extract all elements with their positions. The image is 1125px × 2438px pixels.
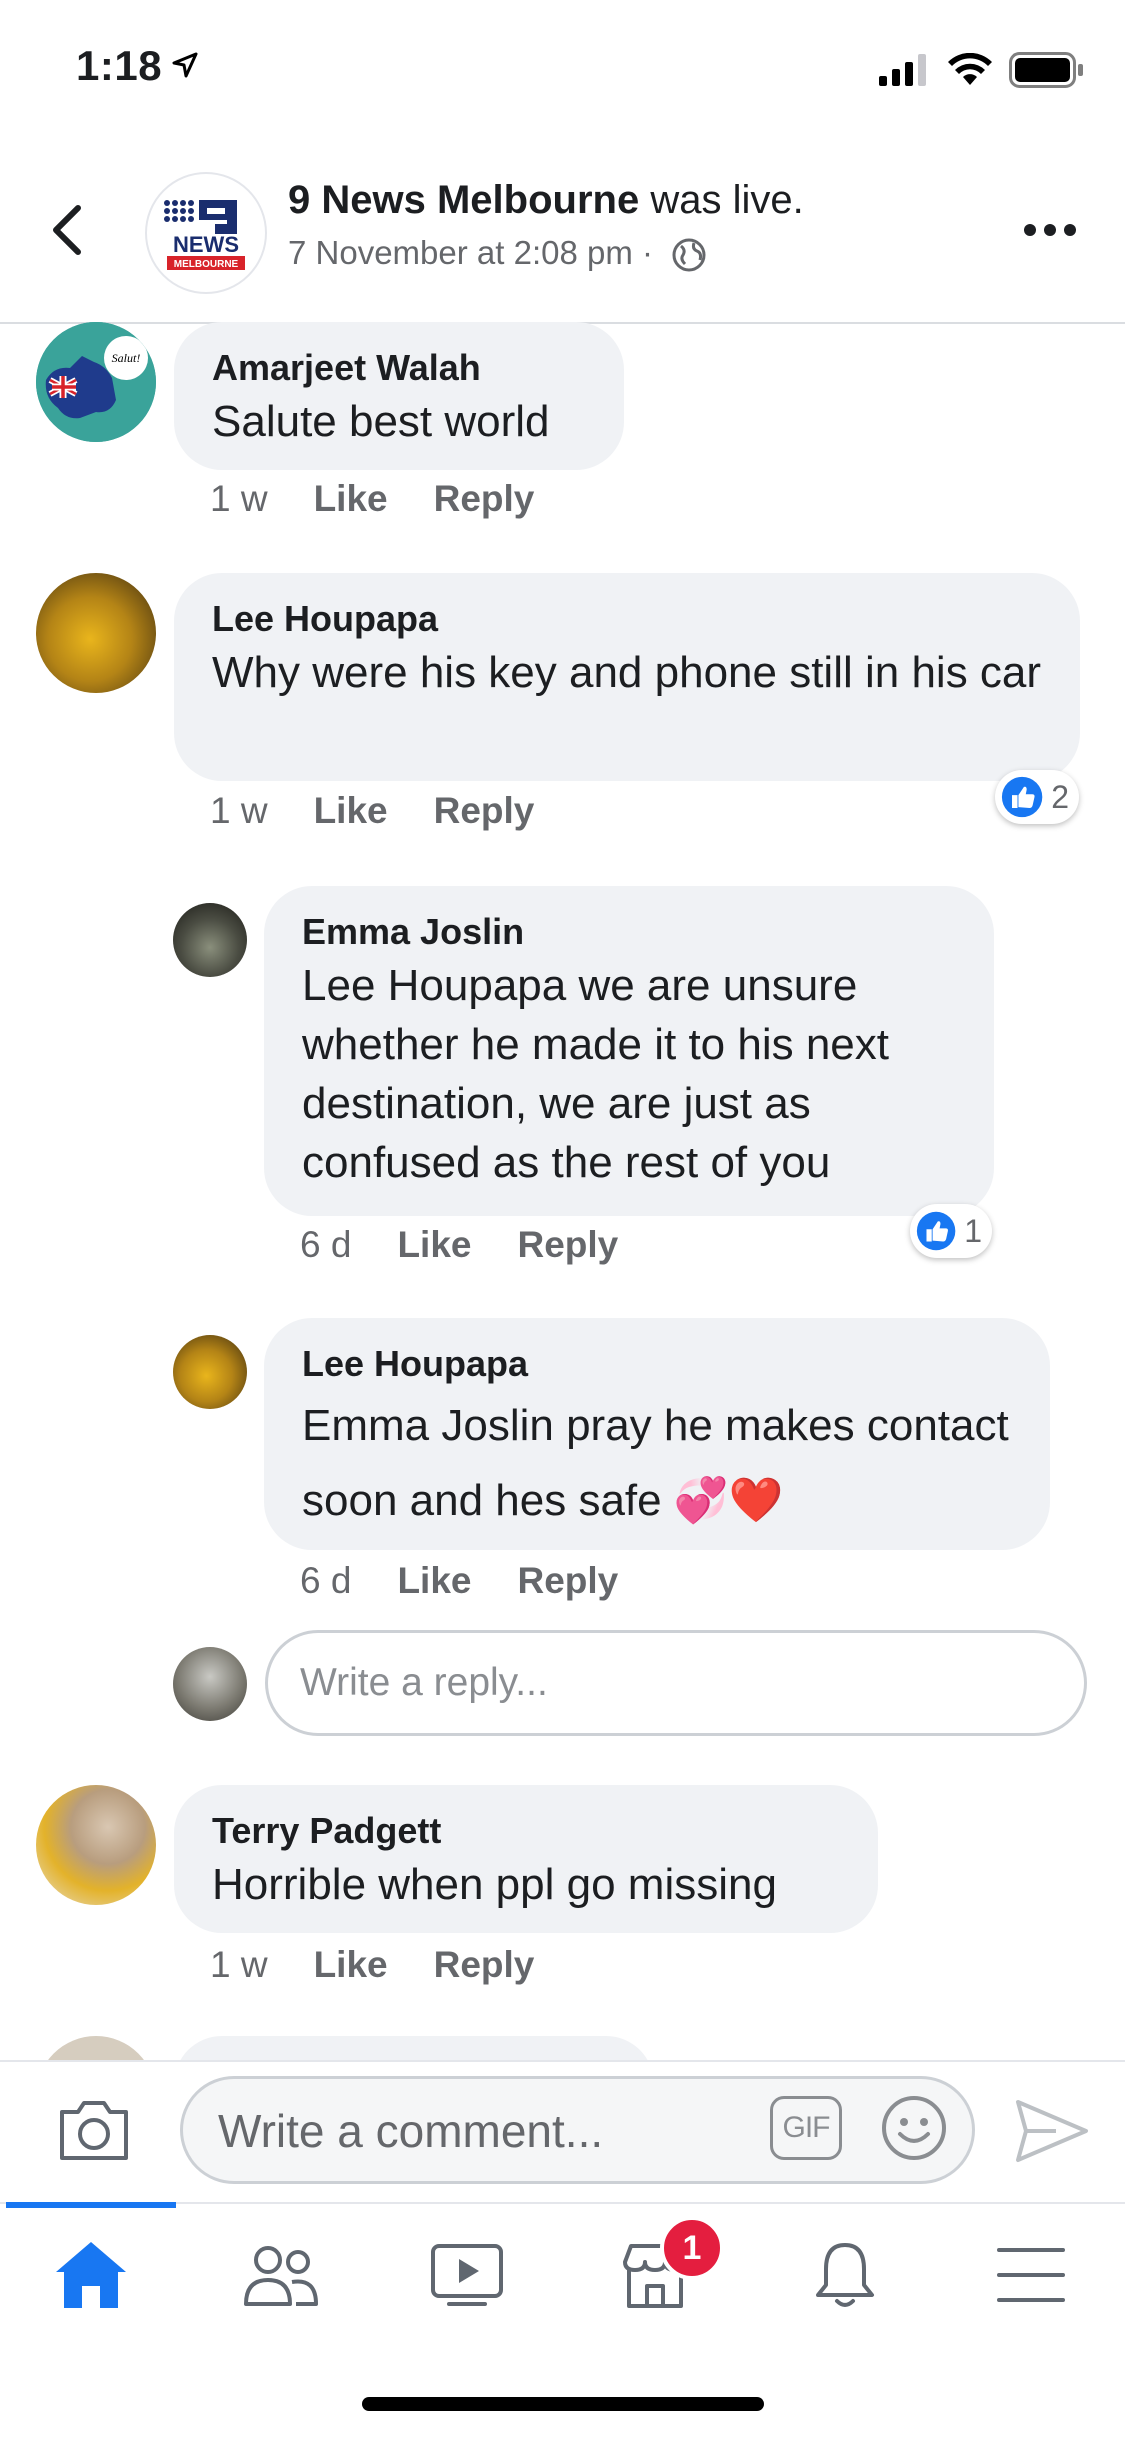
avatar[interactable] (173, 903, 247, 977)
more-options-icon[interactable] (1020, 210, 1080, 250)
post-timestamp: 7 November at 2:08 pm · (288, 234, 706, 272)
comment-actions: 1 w Like Reply (210, 1944, 580, 1986)
comment-actions: 1 w Like Reply (210, 478, 580, 520)
globe-icon (672, 238, 706, 272)
reply-input[interactable]: Write a reply... (265, 1630, 1087, 1736)
battery-icon (1009, 52, 1083, 88)
comment-time: 1 w (210, 478, 268, 519)
svg-text:NEWS: NEWS (173, 232, 239, 257)
tab-friends[interactable] (236, 2230, 326, 2320)
like-button[interactable]: Like (397, 1560, 471, 1601)
status-icons (879, 52, 1085, 88)
australia-flag-avatar: Salut! (36, 322, 156, 442)
menu-icon (997, 2248, 1065, 2302)
tab-watch[interactable] (422, 2230, 512, 2320)
reply-button[interactable]: Reply (434, 1944, 535, 1985)
wifi-icon (948, 53, 992, 85)
comment-author[interactable]: Lee Houpapa (212, 595, 1042, 643)
post-title: 9 News Melbourne was live. (288, 178, 804, 223)
comment-text: Salute best world (212, 397, 550, 446)
post-date: 7 November at 2:08 pm · (288, 234, 653, 271)
comment-text: Why were his key and phone still in his … (212, 648, 1042, 697)
reply-text: Emma Joslin pray he makes contact soon a… (302, 1401, 1009, 1525)
gif-button[interactable]: GIF (770, 2096, 842, 2160)
page-avatar[interactable]: NEWS MELBOURNE (145, 172, 267, 294)
comment-text: Horrible when ppl go missing (212, 1860, 777, 1909)
back-arrow-icon[interactable] (44, 200, 90, 260)
avatar[interactable] (36, 573, 156, 693)
comment-author[interactable]: Amarjeet Walah (212, 344, 586, 392)
reaction-summary[interactable]: 2 (995, 770, 1079, 824)
like-button[interactable]: Like (314, 1944, 388, 1985)
like-reaction-icon (1001, 776, 1043, 818)
reply-actions: 6 d Like Reply (300, 1224, 664, 1266)
comment-time: 1 w (210, 1944, 268, 1985)
like-button[interactable]: Like (314, 790, 388, 831)
active-tab-indicator (6, 2202, 176, 2208)
comment-input-placeholder: Write a comment... (218, 2105, 604, 2157)
cellular-signal-icon (879, 54, 926, 86)
location-arrow-icon (172, 52, 198, 78)
reply-bubble[interactable]: Lee Houpapa Emma Joslin pray he makes co… (264, 1318, 1050, 1550)
like-reaction-icon (916, 1211, 956, 1251)
svg-text:Salut!: Salut! (112, 351, 141, 365)
marketplace-badge: 1 (660, 2216, 724, 2280)
svg-text:MELBOURNE: MELBOURNE (174, 259, 239, 270)
comment-time: 1 w (210, 790, 268, 831)
notifications-icon (816, 2243, 874, 2307)
reply-actions: 6 d Like Reply (300, 1560, 664, 1602)
tab-home[interactable] (46, 2230, 136, 2320)
page-name-link[interactable]: 9 News Melbourne (288, 178, 639, 222)
title-suffix: was live. (639, 178, 804, 222)
reply-text: Lee Houpapa we are unsure whether he mad… (302, 961, 889, 1187)
home-indicator (362, 2397, 764, 2411)
reply-input-placeholder: Write a reply... (300, 1661, 548, 1704)
watch-icon (431, 2244, 503, 2306)
emoji-icon[interactable] (880, 2094, 948, 2162)
reply-bubble[interactable]: Emma Joslin Lee Houpapa we are unsure wh… (264, 886, 994, 1216)
reply-author[interactable]: Emma Joslin (302, 908, 956, 956)
reply-button[interactable]: Reply (434, 478, 535, 519)
reaction-count: 1 (964, 1212, 982, 1249)
reply-time: 6 d (300, 1224, 352, 1265)
avatar[interactable]: Salut! (36, 322, 156, 442)
reply-button[interactable]: Reply (434, 790, 535, 831)
camera-icon[interactable] (56, 2094, 132, 2164)
reply-time: 6 d (300, 1560, 352, 1601)
avatar[interactable] (36, 1785, 156, 1905)
like-button[interactable]: Like (314, 478, 388, 519)
reaction-summary[interactable]: 1 (910, 1204, 992, 1258)
comment-actions: 1 w Like Reply (210, 790, 580, 832)
reply-author[interactable]: Lee Houpapa (302, 1340, 1012, 1388)
tab-notifications[interactable] (800, 2230, 890, 2320)
send-icon[interactable] (1012, 2096, 1092, 2166)
avatar[interactable] (173, 1335, 247, 1409)
comment-author[interactable]: Terry Padgett (212, 1807, 840, 1855)
my-avatar (173, 1647, 247, 1721)
home-icon (56, 2242, 126, 2308)
comment-bubble[interactable]: Lee Houpapa Why were his key and phone s… (174, 573, 1080, 781)
tab-menu[interactable] (986, 2230, 1076, 2320)
reply-button[interactable]: Reply (517, 1224, 618, 1265)
reaction-count: 2 (1051, 778, 1069, 815)
like-button[interactable]: Like (397, 1224, 471, 1265)
status-time: 1:18 (76, 42, 163, 89)
friends-icon (244, 2246, 318, 2306)
comment-bubble[interactable]: Terry Padgett Horrible when ppl go missi… (174, 1785, 878, 1933)
comment-bubble[interactable]: Amarjeet Walah Salute best world (174, 322, 624, 470)
reply-button[interactable]: Reply (517, 1560, 618, 1601)
nine-news-logo: NEWS MELBOURNE (164, 200, 245, 270)
